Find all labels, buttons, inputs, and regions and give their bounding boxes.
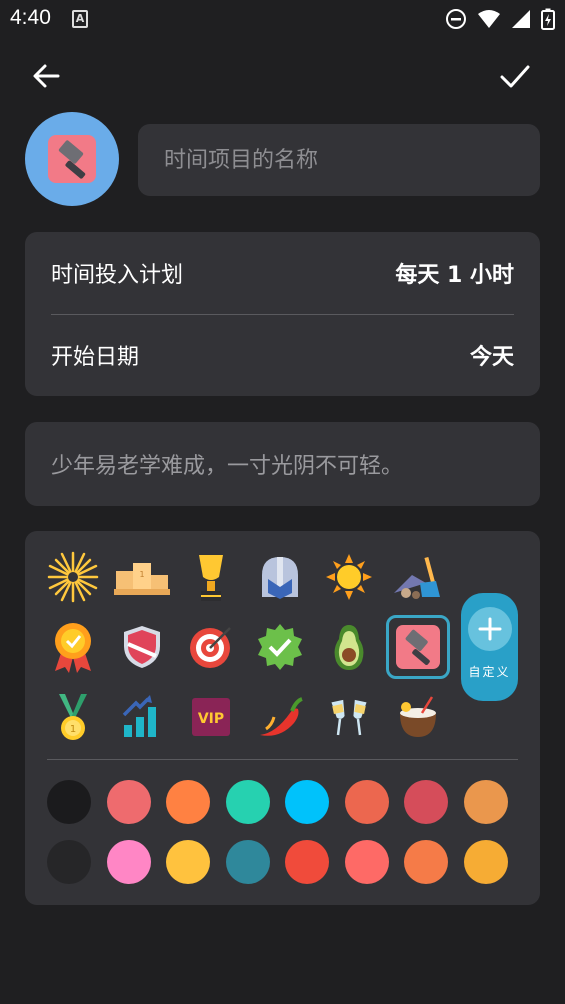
hammer-icon	[396, 625, 440, 669]
hammer-icon	[48, 135, 96, 183]
gold-medal-icon[interactable]: 1	[41, 685, 105, 749]
vip-icon[interactable]: VIP	[179, 685, 243, 749]
divider	[47, 759, 518, 760]
notification-a-icon: A	[72, 10, 88, 28]
time-plan-label: 时间投入计划	[51, 263, 184, 288]
color-swatch[interactable]	[47, 780, 91, 824]
color-swatch[interactable]	[404, 780, 448, 824]
podium-icon[interactable]: 1	[110, 545, 174, 609]
note-input[interactable]: 少年易老学难成，一寸光阴不可轻。	[25, 422, 540, 506]
check-icon	[500, 65, 530, 88]
helmet-icon[interactable]	[248, 545, 312, 609]
hammer-icon-option[interactable]	[386, 615, 450, 679]
start-date-label: 开始日期	[51, 345, 140, 370]
cheers-icon[interactable]	[317, 685, 381, 749]
coconut-icon[interactable]	[386, 685, 450, 749]
time-plan-value: 每天 1 小时	[395, 263, 514, 288]
check-badge-icon[interactable]	[248, 615, 312, 679]
color-swatch[interactable]	[166, 780, 210, 824]
color-swatch[interactable]	[106, 780, 151, 824]
medal-badge-icon[interactable]	[41, 615, 105, 679]
custom-icon-button[interactable]: 自定义	[461, 593, 518, 701]
start-date-value: 今天	[469, 345, 514, 370]
confirm-button[interactable]	[497, 58, 533, 94]
color-swatch[interactable]	[285, 780, 329, 824]
start-date-row[interactable]: 开始日期 今天	[25, 314, 540, 396]
project-name-input[interactable]	[138, 124, 540, 196]
color-swatch[interactable]	[463, 780, 508, 824]
project-avatar[interactable]	[25, 112, 119, 206]
avocado-icon[interactable]	[317, 615, 381, 679]
color-swatch[interactable]	[225, 780, 270, 824]
sun-icon[interactable]	[317, 545, 381, 609]
color-swatch[interactable]	[106, 840, 151, 884]
chili-icon[interactable]	[248, 685, 312, 749]
color-swatch[interactable]	[344, 780, 389, 824]
cleaning-icon[interactable]	[386, 545, 450, 609]
chart-up-icon[interactable]	[110, 685, 174, 749]
dnd-icon	[446, 9, 466, 29]
note-placeholder: 少年易老学难成，一寸光阴不可轻。	[51, 454, 404, 479]
icon-picker-card: 1 1 VIP 自定义	[25, 531, 540, 905]
plus-icon	[467, 607, 512, 651]
svg-text:1: 1	[139, 570, 144, 579]
svg-text:VIP: VIP	[198, 711, 224, 727]
color-swatch[interactable]	[344, 840, 389, 884]
color-swatch[interactable]	[166, 840, 210, 884]
plan-card: 时间投入计划 每天 1 小时 开始日期 今天	[25, 232, 540, 396]
custom-icon-label: 自定义	[468, 665, 511, 679]
trophy-icon[interactable]	[179, 545, 243, 609]
color-swatch[interactable]	[463, 840, 508, 884]
back-button[interactable]	[28, 58, 64, 94]
fireworks-icon[interactable]	[41, 545, 105, 609]
color-swatch[interactable]	[285, 840, 329, 884]
status-time: 4:40	[10, 6, 51, 29]
battery-icon	[541, 8, 555, 30]
color-swatch[interactable]	[404, 840, 448, 884]
target-icon[interactable]	[179, 615, 243, 679]
arrow-left-icon	[33, 64, 60, 88]
time-plan-row[interactable]: 时间投入计划 每天 1 小时	[25, 232, 540, 314]
svg-text:1: 1	[70, 724, 76, 735]
status-bar: 4:40 A	[0, 0, 565, 38]
shield-icon[interactable]	[110, 615, 174, 679]
color-swatch[interactable]	[225, 840, 270, 884]
wifi-icon	[478, 10, 500, 28]
color-swatch[interactable]	[47, 840, 91, 884]
signal-icon	[512, 10, 530, 28]
